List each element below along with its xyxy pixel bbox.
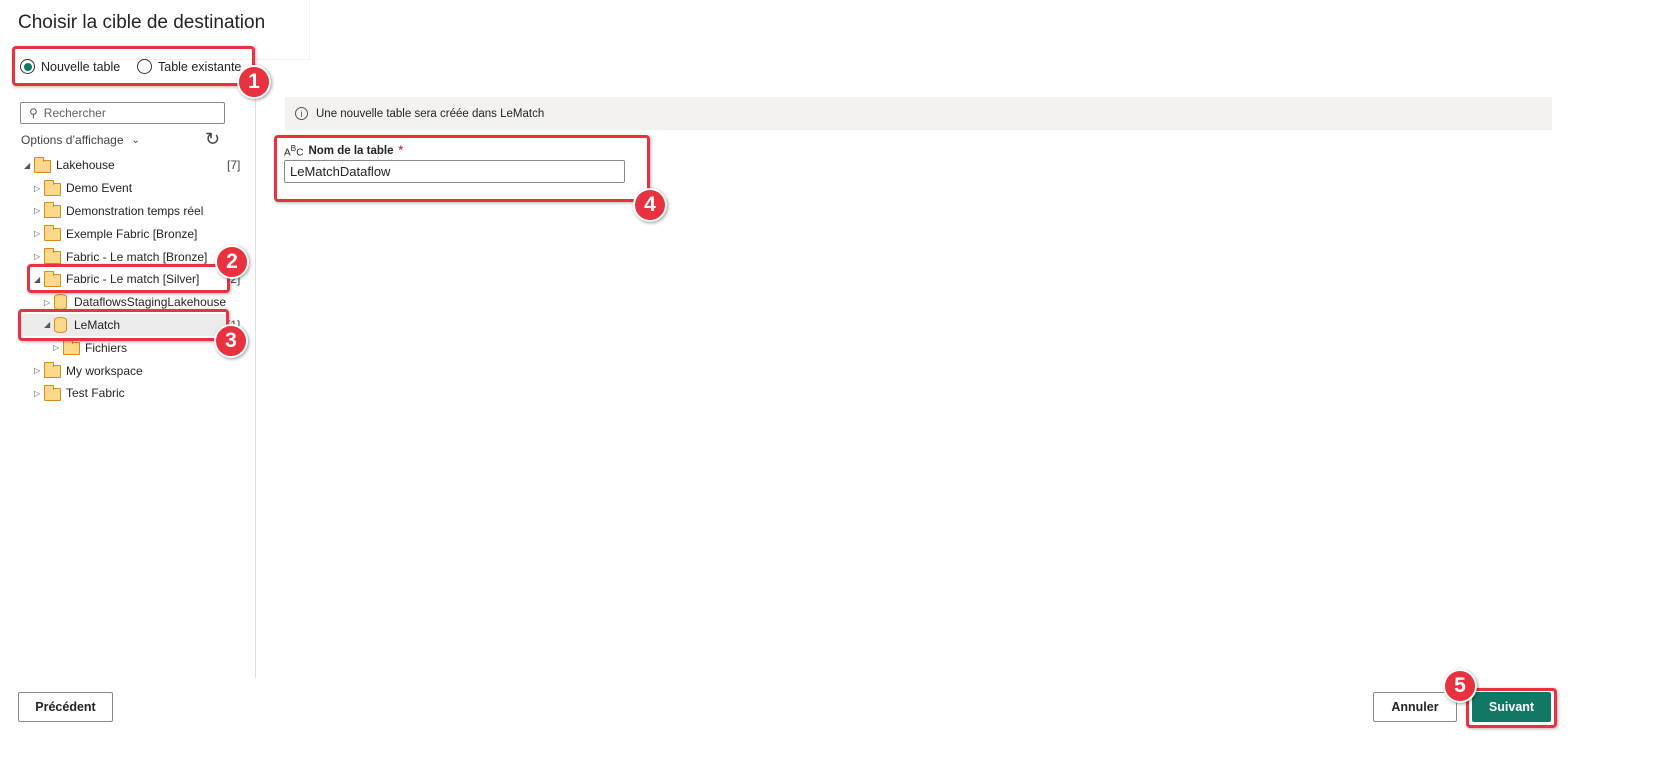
folder-icon (44, 225, 61, 242)
tree-item[interactable]: ▷ Demonstration temps réel (20, 200, 228, 223)
info-text: Une nouvelle table sera créée dans LeMat… (316, 107, 545, 120)
expand-arrow-icon[interactable]: ▷ (44, 298, 54, 307)
refresh-icon[interactable]: ↻ (205, 129, 220, 150)
collapse-arrow-icon[interactable]: ◢ (24, 161, 34, 170)
folder-icon (44, 248, 61, 265)
annotation-badge: 4 (633, 188, 667, 222)
search-icon: ⚲ (29, 106, 38, 120)
annotation-box (12, 46, 255, 86)
annotation-box (1466, 688, 1557, 728)
folder-icon (44, 179, 61, 196)
previous-button[interactable]: Précédent (18, 692, 113, 722)
tree-item[interactable]: ▷ Exemple Fabric [Bronze] (20, 222, 228, 245)
annotation-box (27, 264, 230, 293)
expand-arrow-icon[interactable]: ▷ (34, 389, 44, 398)
tree-item-label: Demo Event (66, 181, 133, 196)
expand-arrow-icon[interactable]: ▷ (34, 366, 44, 375)
annotation-badge: 1 (237, 65, 271, 99)
tree-item-count: [7] (227, 158, 241, 173)
expand-arrow-icon[interactable]: ▷ (53, 343, 63, 352)
search-placeholder: Rechercher (43, 106, 106, 120)
tree-item-label: Test Fabric (66, 386, 125, 401)
info-bar: i Une nouvelle table sera créée dans LeMa… (285, 97, 1552, 130)
folder-icon (34, 156, 51, 173)
tree-item[interactable]: ▷ Demo Event (20, 177, 228, 200)
divider (255, 98, 256, 678)
page-title: Choisir la cible de destination (18, 12, 266, 33)
tree-item-label: DataflowsStagingLakehouse (74, 295, 227, 310)
tree-item-label: Lakehouse (56, 158, 115, 173)
info-icon: i (295, 107, 308, 120)
expand-arrow-icon[interactable]: ▷ (34, 184, 44, 193)
tree-item-label: My workspace (66, 363, 143, 378)
tree-item-label: Fabric - Le match [Bronze] (66, 249, 208, 264)
folder-icon (44, 384, 61, 401)
tree-item[interactable]: ▷ My workspace (20, 359, 228, 382)
tree-item-label: Exemple Fabric [Bronze] (66, 226, 198, 241)
tree-item-label: Demonstration temps réel (66, 203, 204, 218)
tree-item[interactable]: ◢ Lakehouse [7] (20, 154, 240, 177)
annotation-badge: 3 (214, 324, 248, 358)
display-options-dropdown[interactable]: Options d’affichage ⌄ (21, 133, 140, 147)
folder-icon (63, 339, 80, 356)
search-input[interactable]: ⚲ Rechercher (20, 102, 225, 124)
annotation-box (18, 309, 229, 341)
expand-arrow-icon[interactable]: ▷ (34, 229, 44, 238)
expand-arrow-icon[interactable]: ▷ (34, 252, 44, 261)
folder-icon (44, 362, 61, 379)
folder-icon (44, 202, 61, 219)
tree-item[interactable]: ▷ Test Fabric (20, 382, 228, 405)
annotation-badge: 2 (215, 245, 249, 279)
chevron-down-icon: ⌄ (131, 134, 140, 146)
annotation-badge: 5 (1443, 669, 1477, 703)
expand-arrow-icon[interactable]: ▷ (34, 206, 44, 215)
display-options-label: Options d’affichage (21, 133, 124, 147)
annotation-box (274, 135, 650, 202)
database-icon (54, 294, 67, 311)
tree-item-label: Fichiers (85, 340, 128, 355)
cancel-button[interactable]: Annuler (1373, 692, 1457, 722)
